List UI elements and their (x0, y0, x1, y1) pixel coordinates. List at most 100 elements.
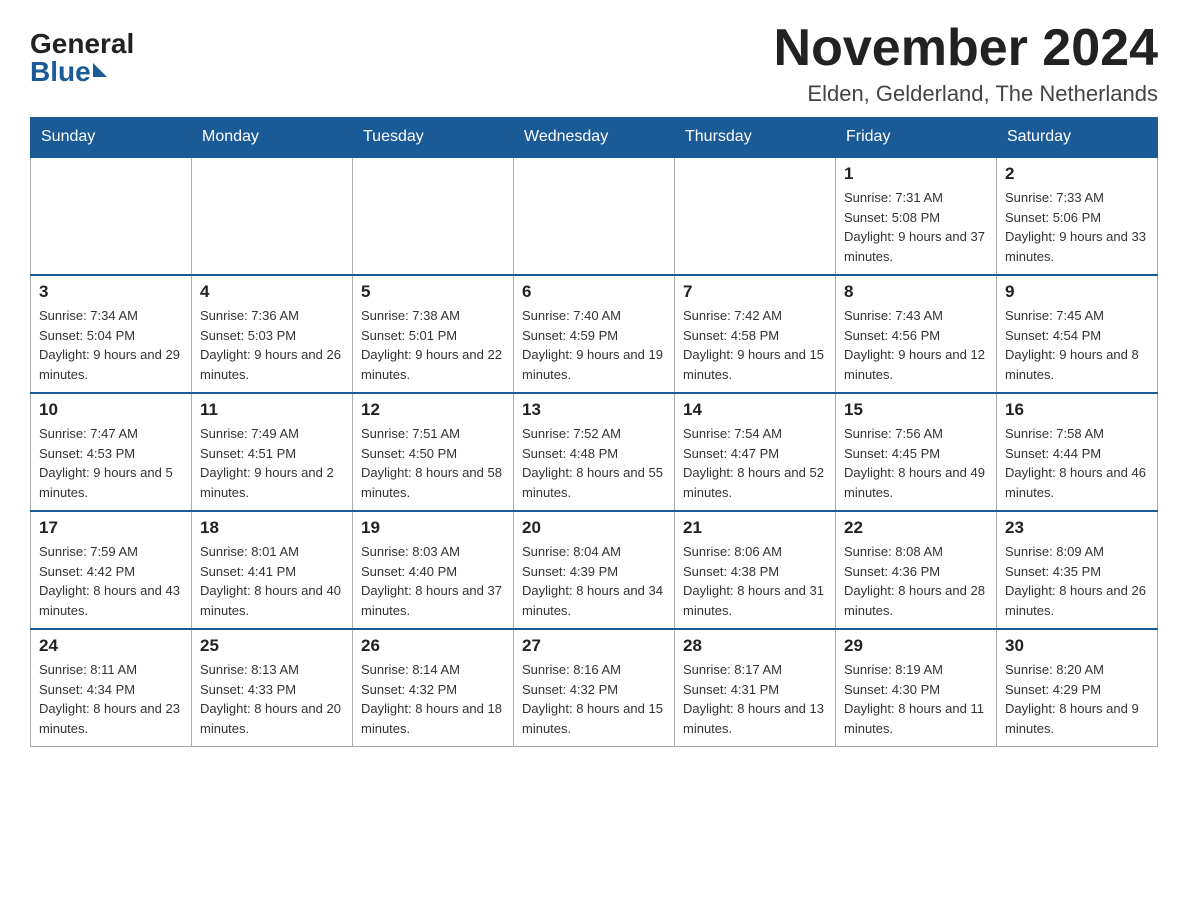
day-number: 13 (522, 400, 666, 420)
calendar-week-row: 1 Sunrise: 7:31 AM Sunset: 5:08 PM Daylig… (31, 157, 1158, 275)
day-info: Sunrise: 8:03 AM Sunset: 4:40 PM Dayligh… (361, 542, 505, 620)
day-info: Sunrise: 7:38 AM Sunset: 5:01 PM Dayligh… (361, 306, 505, 384)
calendar-week-row: 10 Sunrise: 7:47 AM Sunset: 4:53 PM Dayli… (31, 393, 1158, 511)
day-info: Sunrise: 8:08 AM Sunset: 4:36 PM Dayligh… (844, 542, 988, 620)
calendar-cell (514, 157, 675, 275)
day-info: Sunrise: 7:33 AM Sunset: 5:06 PM Dayligh… (1005, 188, 1149, 266)
calendar-cell: 2 Sunrise: 7:33 AM Sunset: 5:06 PM Daylig… (997, 157, 1158, 275)
day-of-week-header: Friday (836, 118, 997, 158)
logo: General Blue (30, 20, 134, 86)
day-number: 4 (200, 282, 344, 302)
calendar-cell: 5 Sunrise: 7:38 AM Sunset: 5:01 PM Daylig… (353, 275, 514, 393)
logo-blue-text: Blue (30, 58, 107, 86)
calendar-cell: 24 Sunrise: 8:11 AM Sunset: 4:34 PM Dayli… (31, 629, 192, 747)
calendar-cell (31, 157, 192, 275)
logo-arrow-icon (93, 63, 107, 77)
day-info: Sunrise: 8:09 AM Sunset: 4:35 PM Dayligh… (1005, 542, 1149, 620)
calendar-cell: 25Sunrise: 8:13 AM Sunset: 4:33 PM Dayli… (192, 629, 353, 747)
calendar-cell: 19 Sunrise: 8:03 AM Sunset: 4:40 PM Dayli… (353, 511, 514, 629)
day-of-week-header: Thursday (675, 118, 836, 158)
day-info: Sunrise: 8:06 AM Sunset: 4:38 PM Dayligh… (683, 542, 827, 620)
day-number: 8 (844, 282, 988, 302)
calendar-cell: 22 Sunrise: 8:08 AM Sunset: 4:36 PM Dayli… (836, 511, 997, 629)
day-info: Sunrise: 7:49 AM Sunset: 4:51 PM Dayligh… (200, 424, 344, 502)
day-number: 7 (683, 282, 827, 302)
day-number: 6 (522, 282, 666, 302)
day-info: Sunrise: 7:56 AM Sunset: 4:45 PM Dayligh… (844, 424, 988, 502)
calendar-cell: 30Sunrise: 8:20 AM Sunset: 4:29 PM Dayli… (997, 629, 1158, 747)
calendar-cell: 11Sunrise: 7:49 AM Sunset: 4:51 PM Dayli… (192, 393, 353, 511)
day-number: 3 (39, 282, 183, 302)
day-number: 26 (361, 636, 505, 656)
logo-general-text: General (30, 30, 134, 58)
day-number: 22 (844, 518, 988, 538)
location-title: Elden, Gelderland, The Netherlands (774, 81, 1158, 107)
day-info: Sunrise: 7:42 AM Sunset: 4:58 PM Dayligh… (683, 306, 827, 384)
calendar-cell: 26Sunrise: 8:14 AM Sunset: 4:32 PM Dayli… (353, 629, 514, 747)
day-number: 10 (39, 400, 183, 420)
day-number: 2 (1005, 164, 1149, 184)
day-of-week-header: Wednesday (514, 118, 675, 158)
calendar-cell: 9 Sunrise: 7:45 AM Sunset: 4:54 PM Daylig… (997, 275, 1158, 393)
day-number: 19 (361, 518, 505, 538)
day-info: Sunrise: 7:58 AM Sunset: 4:44 PM Dayligh… (1005, 424, 1149, 502)
day-info: Sunrise: 7:47 AM Sunset: 4:53 PM Dayligh… (39, 424, 183, 502)
day-number: 5 (361, 282, 505, 302)
title-area: November 2024 Elden, Gelderland, The Net… (774, 20, 1158, 107)
calendar-cell (353, 157, 514, 275)
calendar-table: SundayMondayTuesdayWednesdayThursdayFrid… (30, 117, 1158, 747)
day-number: 21 (683, 518, 827, 538)
page-header: General Blue November 2024 Elden, Gelder… (30, 20, 1158, 107)
calendar-cell: 27 Sunrise: 8:16 AM Sunset: 4:32 PM Dayli… (514, 629, 675, 747)
day-number: 18 (200, 518, 344, 538)
calendar-cell: 8 Sunrise: 7:43 AM Sunset: 4:56 PM Daylig… (836, 275, 997, 393)
calendar-cell: 10 Sunrise: 7:47 AM Sunset: 4:53 PM Dayli… (31, 393, 192, 511)
day-info: Sunrise: 8:13 AM Sunset: 4:33 PM Dayligh… (200, 660, 344, 738)
day-number: 15 (844, 400, 988, 420)
calendar-cell: 15 Sunrise: 7:56 AM Sunset: 4:45 PM Dayli… (836, 393, 997, 511)
calendar-week-row: 3 Sunrise: 7:34 AM Sunset: 5:04 PM Daylig… (31, 275, 1158, 393)
day-number: 12 (361, 400, 505, 420)
day-info: Sunrise: 7:52 AM Sunset: 4:48 PM Dayligh… (522, 424, 666, 502)
day-number: 17 (39, 518, 183, 538)
calendar-cell: 21 Sunrise: 8:06 AM Sunset: 4:38 PM Dayli… (675, 511, 836, 629)
day-info: Sunrise: 7:45 AM Sunset: 4:54 PM Dayligh… (1005, 306, 1149, 384)
day-info: Sunrise: 8:16 AM Sunset: 4:32 PM Dayligh… (522, 660, 666, 738)
day-info: Sunrise: 8:19 AM Sunset: 4:30 PM Dayligh… (844, 660, 988, 738)
calendar-cell: 20 Sunrise: 8:04 AM Sunset: 4:39 PM Dayli… (514, 511, 675, 629)
day-info: Sunrise: 8:01 AM Sunset: 4:41 PM Dayligh… (200, 542, 344, 620)
day-info: Sunrise: 7:59 AM Sunset: 4:42 PM Dayligh… (39, 542, 183, 620)
day-info: Sunrise: 7:51 AM Sunset: 4:50 PM Dayligh… (361, 424, 505, 502)
calendar-cell: 14Sunrise: 7:54 AM Sunset: 4:47 PM Dayli… (675, 393, 836, 511)
day-number: 28 (683, 636, 827, 656)
calendar-cell: 16 Sunrise: 7:58 AM Sunset: 4:44 PM Dayli… (997, 393, 1158, 511)
day-number: 16 (1005, 400, 1149, 420)
day-of-week-header: Sunday (31, 118, 192, 158)
day-info: Sunrise: 7:54 AM Sunset: 4:47 PM Dayligh… (683, 424, 827, 502)
day-number: 20 (522, 518, 666, 538)
calendar-cell (192, 157, 353, 275)
calendar-cell: 12 Sunrise: 7:51 AM Sunset: 4:50 PM Dayli… (353, 393, 514, 511)
day-info: Sunrise: 8:20 AM Sunset: 4:29 PM Dayligh… (1005, 660, 1149, 738)
calendar-cell: 18 Sunrise: 8:01 AM Sunset: 4:41 PM Dayli… (192, 511, 353, 629)
day-number: 1 (844, 164, 988, 184)
day-info: Sunrise: 8:04 AM Sunset: 4:39 PM Dayligh… (522, 542, 666, 620)
calendar-cell: 7 Sunrise: 7:42 AM Sunset: 4:58 PM Daylig… (675, 275, 836, 393)
day-info: Sunrise: 7:31 AM Sunset: 5:08 PM Dayligh… (844, 188, 988, 266)
calendar-cell: 29Sunrise: 8:19 AM Sunset: 4:30 PM Dayli… (836, 629, 997, 747)
day-number: 27 (522, 636, 666, 656)
calendar-cell: 17 Sunrise: 7:59 AM Sunset: 4:42 PM Dayli… (31, 511, 192, 629)
day-info: Sunrise: 7:34 AM Sunset: 5:04 PM Dayligh… (39, 306, 183, 384)
calendar-cell: 1 Sunrise: 7:31 AM Sunset: 5:08 PM Daylig… (836, 157, 997, 275)
calendar-cell (675, 157, 836, 275)
calendar-cell: 6 Sunrise: 7:40 AM Sunset: 4:59 PM Daylig… (514, 275, 675, 393)
day-of-week-header: Saturday (997, 118, 1158, 158)
day-info: Sunrise: 8:11 AM Sunset: 4:34 PM Dayligh… (39, 660, 183, 738)
day-number: 9 (1005, 282, 1149, 302)
calendar-header-row: SundayMondayTuesdayWednesdayThursdayFrid… (31, 118, 1158, 158)
day-of-week-header: Tuesday (353, 118, 514, 158)
calendar-cell: 13 Sunrise: 7:52 AM Sunset: 4:48 PM Dayli… (514, 393, 675, 511)
day-number: 24 (39, 636, 183, 656)
day-info: Sunrise: 7:40 AM Sunset: 4:59 PM Dayligh… (522, 306, 666, 384)
day-info: Sunrise: 7:43 AM Sunset: 4:56 PM Dayligh… (844, 306, 988, 384)
